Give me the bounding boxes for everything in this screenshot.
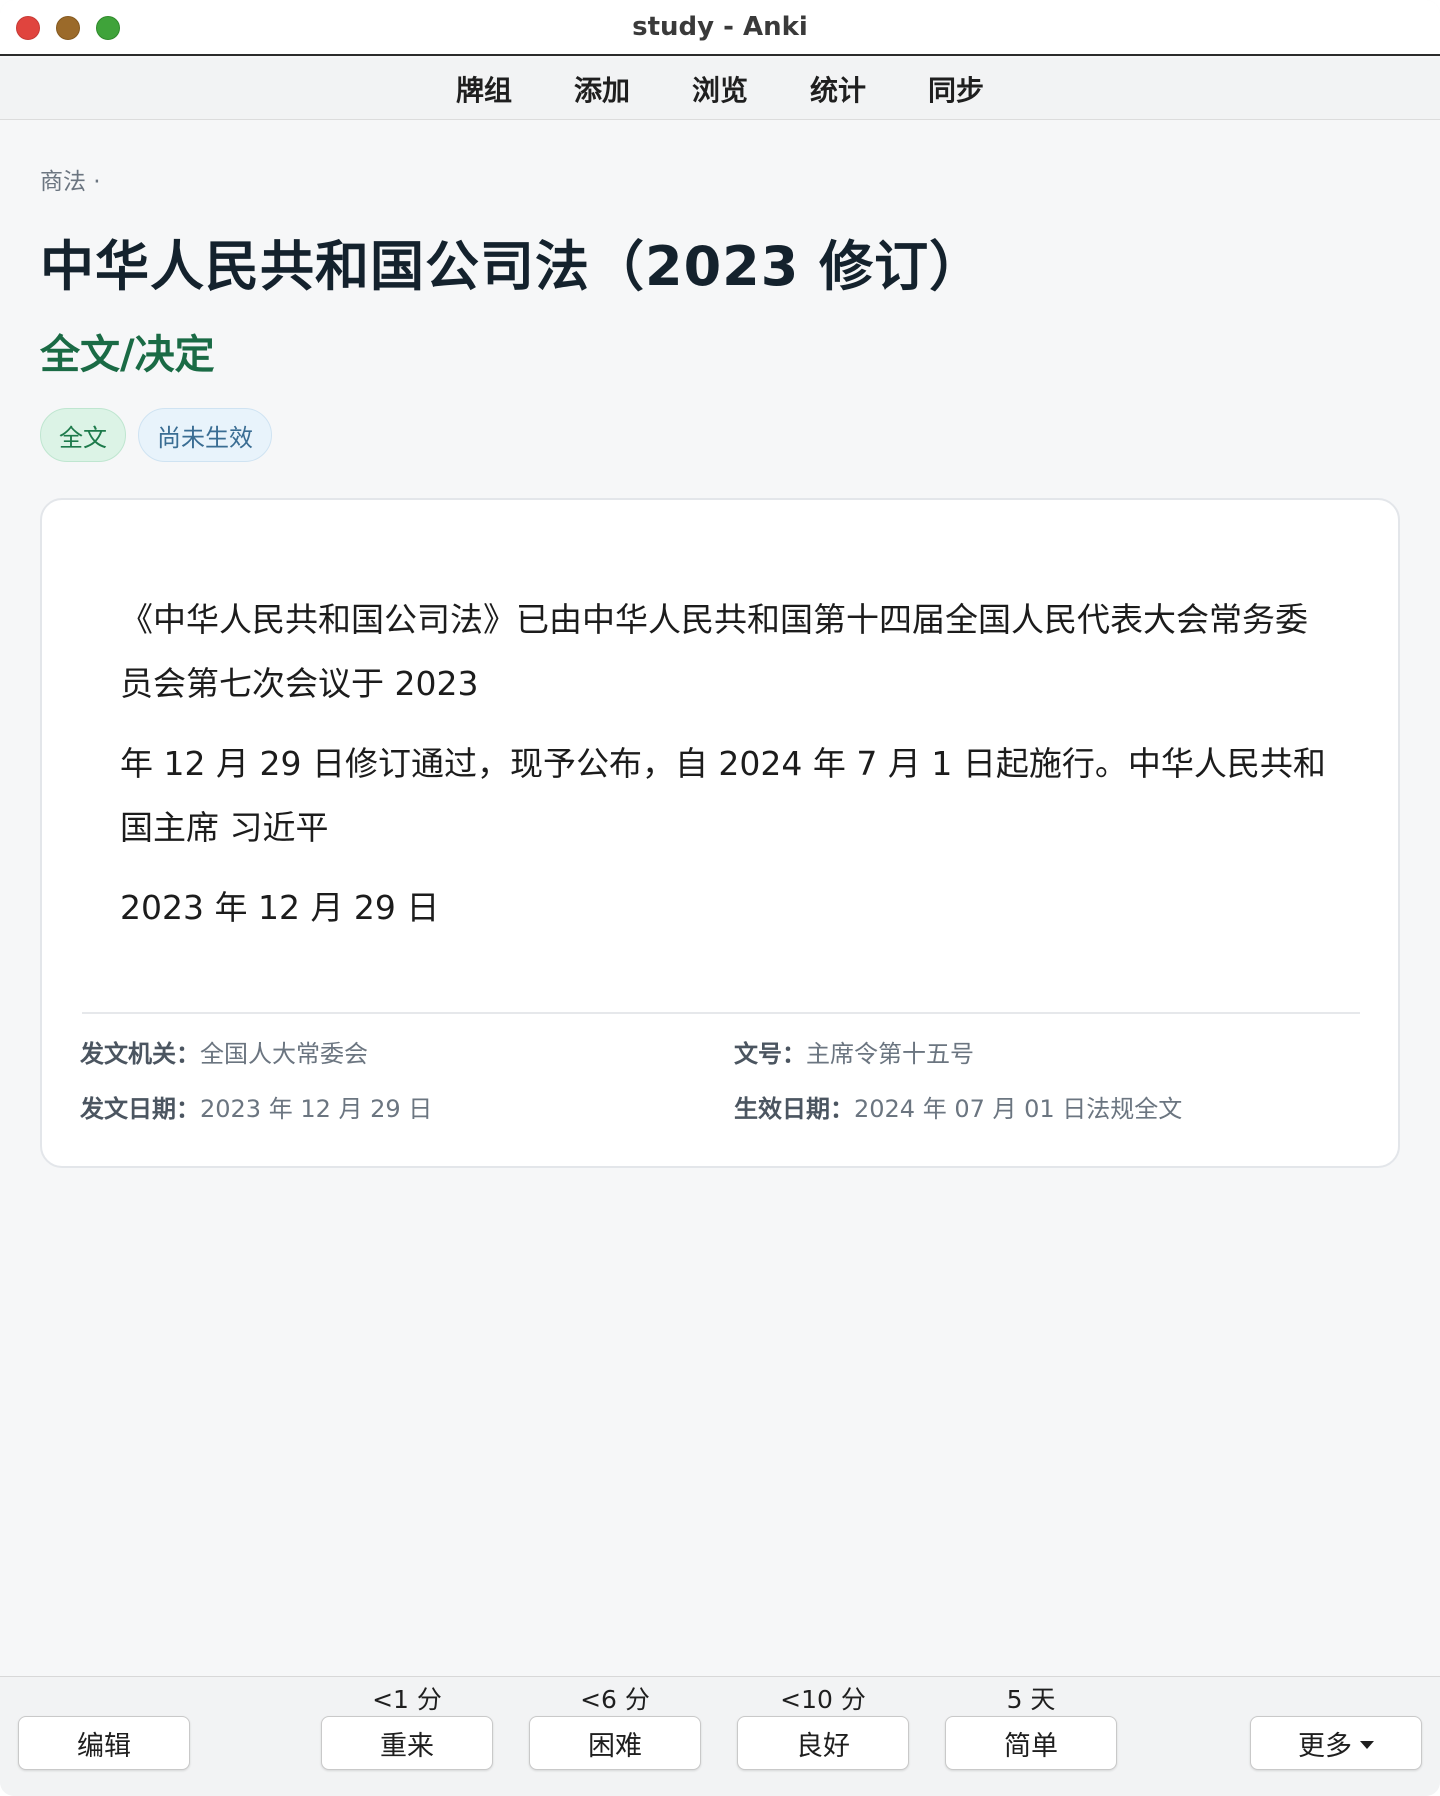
meta-doc-no: 文号：主席令第十五号: [734, 1034, 974, 1069]
tag-list: 全文 尚未生效: [40, 408, 272, 462]
nav-stats[interactable]: 统计: [808, 69, 868, 109]
breadcrumb: 商法 ·: [40, 169, 101, 195]
meta-issue-date-label: 发文日期：: [80, 1095, 200, 1123]
more-button-label: 更多: [1298, 1730, 1352, 1762]
meta-issuer: 发文机关：全国人大常委会: [80, 1034, 368, 1069]
good-button[interactable]: 良好: [737, 1716, 909, 1770]
hard-button[interactable]: 困难: [529, 1716, 701, 1770]
paragraph: 年 12 月 29 日修订通过，现予公布，自 2024 年 7 月 1 日起施行…: [120, 744, 1326, 847]
nav-browse[interactable]: 浏览: [690, 69, 750, 109]
paragraph: 2023 年 12 月 29 日: [120, 888, 440, 927]
meta-effective-date: 生效日期：2024 年 07 月 01 日法规全文: [734, 1089, 1182, 1124]
meta-doc-no-label: 文号：: [734, 1040, 806, 1068]
easy-interval: 5 天: [1006, 1685, 1056, 1714]
edit-button[interactable]: 编辑: [18, 1716, 190, 1770]
app-window: study - Anki 牌组 添加 浏览 统计 同步 商法 · 中华人民共和国…: [0, 0, 1440, 1796]
meta-effective-date-label: 生效日期：: [734, 1095, 854, 1123]
meta-issuer-label: 发文机关：: [80, 1040, 200, 1068]
content-card: 《中华人民共和国公司法》已由中华人民共和国第十四届全国人民代表大会常务委员会第七…: [40, 498, 1400, 1168]
more-button[interactable]: 更多: [1250, 1716, 1422, 1770]
section-title: 全文/决定: [40, 332, 215, 378]
good-interval: <10 分: [780, 1685, 866, 1714]
meta-issue-date: 发文日期：2023 年 12 月 29 日: [80, 1089, 432, 1124]
paragraph: 《中华人民共和国公司法》已由中华人民共和国第十四届全国人民代表大会常务委员会第七…: [120, 600, 1308, 703]
top-nav: 牌组 添加 浏览 统计 同步: [0, 58, 1440, 120]
window-title: study - Anki: [632, 12, 808, 42]
easy-button[interactable]: 简单: [945, 1716, 1117, 1770]
divider: [82, 1012, 1360, 1014]
card-body: 《中华人民共和国公司法》已由中华人民共和国第十四届全国人民代表大会常务委员会第七…: [120, 588, 1330, 956]
again-interval: <1 分: [372, 1685, 442, 1714]
meta-issue-date-value: 2023 年 12 月 29 日: [200, 1095, 433, 1123]
meta-doc-no-value: 主席令第十五号: [806, 1040, 974, 1068]
page-title: 中华人民共和国公司法（2023 修订）: [40, 235, 985, 298]
bottom-bar: [0, 1676, 1440, 1796]
meta-issuer-value: 全国人大常委会: [200, 1040, 368, 1068]
meta-effective-date-value: 2024 年 07 月 01 日法规全文: [854, 1095, 1183, 1123]
nav-decks[interactable]: 牌组: [454, 69, 514, 109]
caret-down-icon: [1360, 1741, 1374, 1749]
tag-not-effective: 尚未生效: [138, 408, 272, 462]
tag-full-text: 全文: [40, 408, 126, 462]
nav-add[interactable]: 添加: [572, 69, 632, 109]
nav-sync[interactable]: 同步: [926, 69, 986, 109]
hard-interval: <6 分: [580, 1685, 650, 1714]
title-bar: study - Anki: [0, 0, 1440, 56]
again-button[interactable]: 重来: [321, 1716, 493, 1770]
